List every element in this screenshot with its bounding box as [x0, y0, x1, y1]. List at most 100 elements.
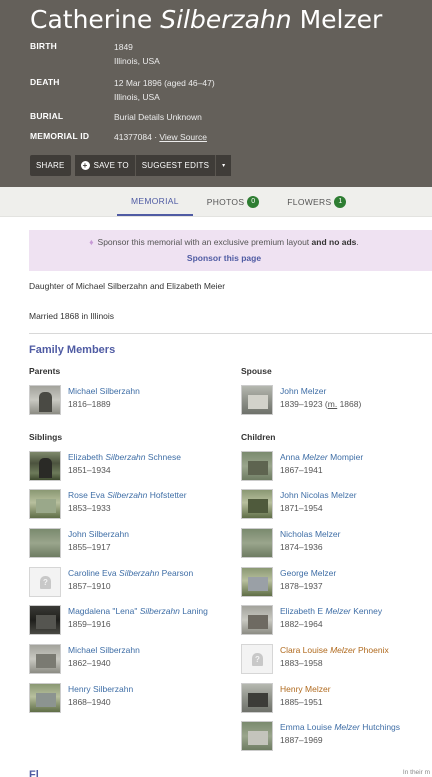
tab-flowers[interactable]: FLOWERS 1 — [273, 187, 360, 216]
memorial-id: 41377084 — [114, 132, 152, 142]
person-name-link[interactable]: Elizabeth Silberzahn Schnese — [68, 451, 181, 464]
name-married: Mompier — [327, 452, 364, 462]
memorial-header: Catherine Silberzahn Melzer BIRTH 1849 I… — [0, 0, 432, 187]
name-married: Phoenix — [355, 645, 389, 655]
family-member-sibling[interactable]: Michael Silberzahn 1862–1940 — [29, 644, 140, 674]
family-member-parent[interactable]: Michael Silberzahn 1816–1889 — [29, 385, 140, 415]
death-date: 12 Mar 1896 (aged 46–47) — [114, 78, 215, 88]
person-name-link[interactable]: Elizabeth E Melzer Kenney — [280, 605, 382, 618]
maiden-name: Silberzahn — [160, 5, 292, 34]
grave-photo-thumbnail — [241, 567, 273, 597]
save-to-label: SAVE TO — [93, 161, 129, 170]
family-member-child[interactable]: Emma Louise Melzer Hutchings 1887–1969 — [241, 721, 400, 751]
person-name-link[interactable]: John Silberzahn — [68, 528, 129, 541]
headstone-icon — [248, 395, 268, 409]
person-name-link[interactable]: Emma Louise Melzer Hutchings — [280, 721, 400, 734]
person-dates: 1874–1936 — [280, 542, 323, 552]
person-dates: 1871–1954 — [280, 503, 323, 513]
sponsor-text-end: . — [356, 237, 359, 247]
person-name-link[interactable]: John Nicolas Melzer — [280, 489, 357, 502]
bio-line: Daughter of Michael Silberzahn and Eliza… — [29, 281, 226, 291]
family-member-spouse[interactable]: John Melzer 1839–1923 (m. 1868) — [241, 385, 361, 415]
name-married: Hutchings — [359, 722, 401, 732]
family-member-sibling[interactable]: John Silberzahn 1855–1917 — [29, 528, 129, 558]
person-info: Caroline Eva Silberzahn Pearson 1857–191… — [68, 567, 193, 597]
name-given: Caroline Eva — [68, 568, 120, 578]
tab-memorial[interactable]: MEMORIAL — [117, 187, 193, 216]
person-dates: 1868–1940 — [68, 697, 111, 707]
sponsor-page-link[interactable]: Sponsor this page — [9, 253, 432, 263]
person-name-link[interactable]: George Melzer — [280, 567, 336, 580]
name-given: John Silberzahn — [68, 529, 129, 539]
headstone-icon — [36, 654, 56, 668]
flowers-count-badge: 1 — [334, 195, 347, 208]
death-place: Illinois, USA — [114, 92, 160, 102]
name-married: Pearson — [159, 568, 194, 578]
family-member-child[interactable]: Elizabeth E Melzer Kenney 1882–1964 — [241, 605, 382, 635]
person-name-link[interactable]: Nicholas Melzer — [280, 528, 340, 541]
family-member-sibling[interactable]: Magdalena "Lena" Silberzahn Laning 1859–… — [29, 605, 208, 635]
person-name-link[interactable]: Henry Silberzahn — [68, 683, 133, 696]
more-options-button[interactable]: ▾ — [216, 155, 232, 176]
family-member-child[interactable]: Anna Melzer Mompier 1867–1941 — [241, 451, 363, 481]
person-name-link[interactable]: John Melzer — [280, 385, 361, 398]
name-given: Nicholas Melzer — [280, 529, 341, 539]
family-member-sibling[interactable]: Henry Silberzahn 1868–1940 — [29, 683, 133, 713]
person-name-link[interactable]: Magdalena "Lena" Silberzahn Laning — [68, 605, 208, 618]
person-info: John Melzer 1839–1923 (m. 1868) — [280, 385, 361, 415]
sponsor-text-main: Sponsor this memorial with an exclusive … — [97, 237, 312, 247]
name-given: Elizabeth — [68, 452, 106, 462]
name-given: Clara Louise — [280, 645, 331, 655]
tab-photos[interactable]: PHOTOS 0 — [193, 187, 274, 216]
name-given: George Melzer — [280, 568, 337, 578]
birth-value: 1849 Illinois, USA — [114, 40, 160, 68]
family-member-child[interactable]: George Melzer 1878–1937 — [241, 567, 336, 597]
siblings-heading: Siblings — [29, 432, 63, 442]
person-dates: 1885–1951 — [280, 697, 323, 707]
name-maiden: Melzer — [302, 452, 328, 462]
last-name: Melzer — [299, 5, 383, 34]
person-dates: 1878–1937 — [280, 581, 323, 591]
share-button[interactable]: SHARE — [30, 155, 71, 176]
person-info: Elizabeth E Melzer Kenney 1882–1964 — [280, 605, 382, 635]
tab-photos-label: PHOTOS — [206, 196, 245, 207]
share-label: SHARE — [36, 161, 65, 170]
name-given: Elizabeth E — [280, 606, 326, 616]
family-member-sibling[interactable]: ? Caroline Eva Silberzahn Pearson 1857–1… — [29, 567, 193, 597]
photos-count-badge: 0 — [247, 195, 260, 208]
person-name-link[interactable]: Caroline Eva Silberzahn Pearson — [68, 567, 193, 580]
birth-row: BIRTH 1849 Illinois, USA — [30, 40, 402, 68]
marriage-abbr: m. — [327, 399, 338, 409]
person-name-link[interactable]: Michael Silberzahn — [68, 385, 140, 398]
grave-photo-thumbnail — [29, 489, 61, 519]
view-source-link[interactable]: View Source — [159, 132, 207, 142]
name-maiden: Silberzahn — [139, 606, 180, 616]
person-name-link[interactable]: Henry Melzer — [280, 683, 331, 696]
person-name-link[interactable]: Rose Eva Silberzahn Hofstetter — [68, 489, 187, 502]
person-name-link[interactable]: Clara Louise Melzer Phoenix — [280, 644, 389, 657]
birth-label: BIRTH — [30, 41, 57, 51]
person-name-link[interactable]: Michael Silberzahn — [68, 644, 140, 657]
family-member-child[interactable]: John Nicolas Melzer 1871–1954 — [241, 489, 357, 519]
sponsor-banner: ♦ Sponsor this memorial with an exclusive… — [29, 230, 432, 271]
family-member-sibling[interactable]: Elizabeth Silberzahn Schnese 1851–1934 — [29, 451, 181, 481]
death-row: DEATH 12 Mar 1896 (aged 46–47) Illinois,… — [30, 76, 402, 104]
family-member-child[interactable]: Henry Melzer 1885–1951 — [241, 683, 331, 713]
suggest-edits-button[interactable]: SUGGEST EDITS — [135, 155, 216, 176]
person-name-link[interactable]: Anna Melzer Mompier — [280, 451, 363, 464]
memorial-id-row: MEMORIAL ID 41377084 · View Source — [30, 130, 402, 144]
person-dates: 1862–1940 — [68, 658, 111, 668]
person-info: Clara Louise Melzer Phoenix 1883–1958 — [280, 644, 389, 674]
name-maiden: Silberzahn — [119, 568, 160, 578]
grave-photo-thumbnail — [29, 451, 61, 481]
family-member-sibling[interactable]: Rose Eva Silberzahn Hofstetter 1853–1933 — [29, 489, 187, 519]
ad-caption: In their m — [402, 769, 430, 776]
name-given: Magdalena "Lena" — [68, 606, 140, 616]
headstone-icon — [39, 458, 52, 478]
name-given: Anna — [280, 452, 303, 462]
save-to-button[interactable]: + SAVE TO — [74, 155, 135, 176]
person-info: Nicholas Melzer 1874–1936 — [280, 528, 340, 558]
family-member-child[interactable]: Nicholas Melzer 1874–1936 — [241, 528, 340, 558]
family-member-child[interactable]: ? Clara Louise Melzer Phoenix 1883–1958 — [241, 644, 389, 674]
name-married: Laning — [179, 606, 208, 616]
